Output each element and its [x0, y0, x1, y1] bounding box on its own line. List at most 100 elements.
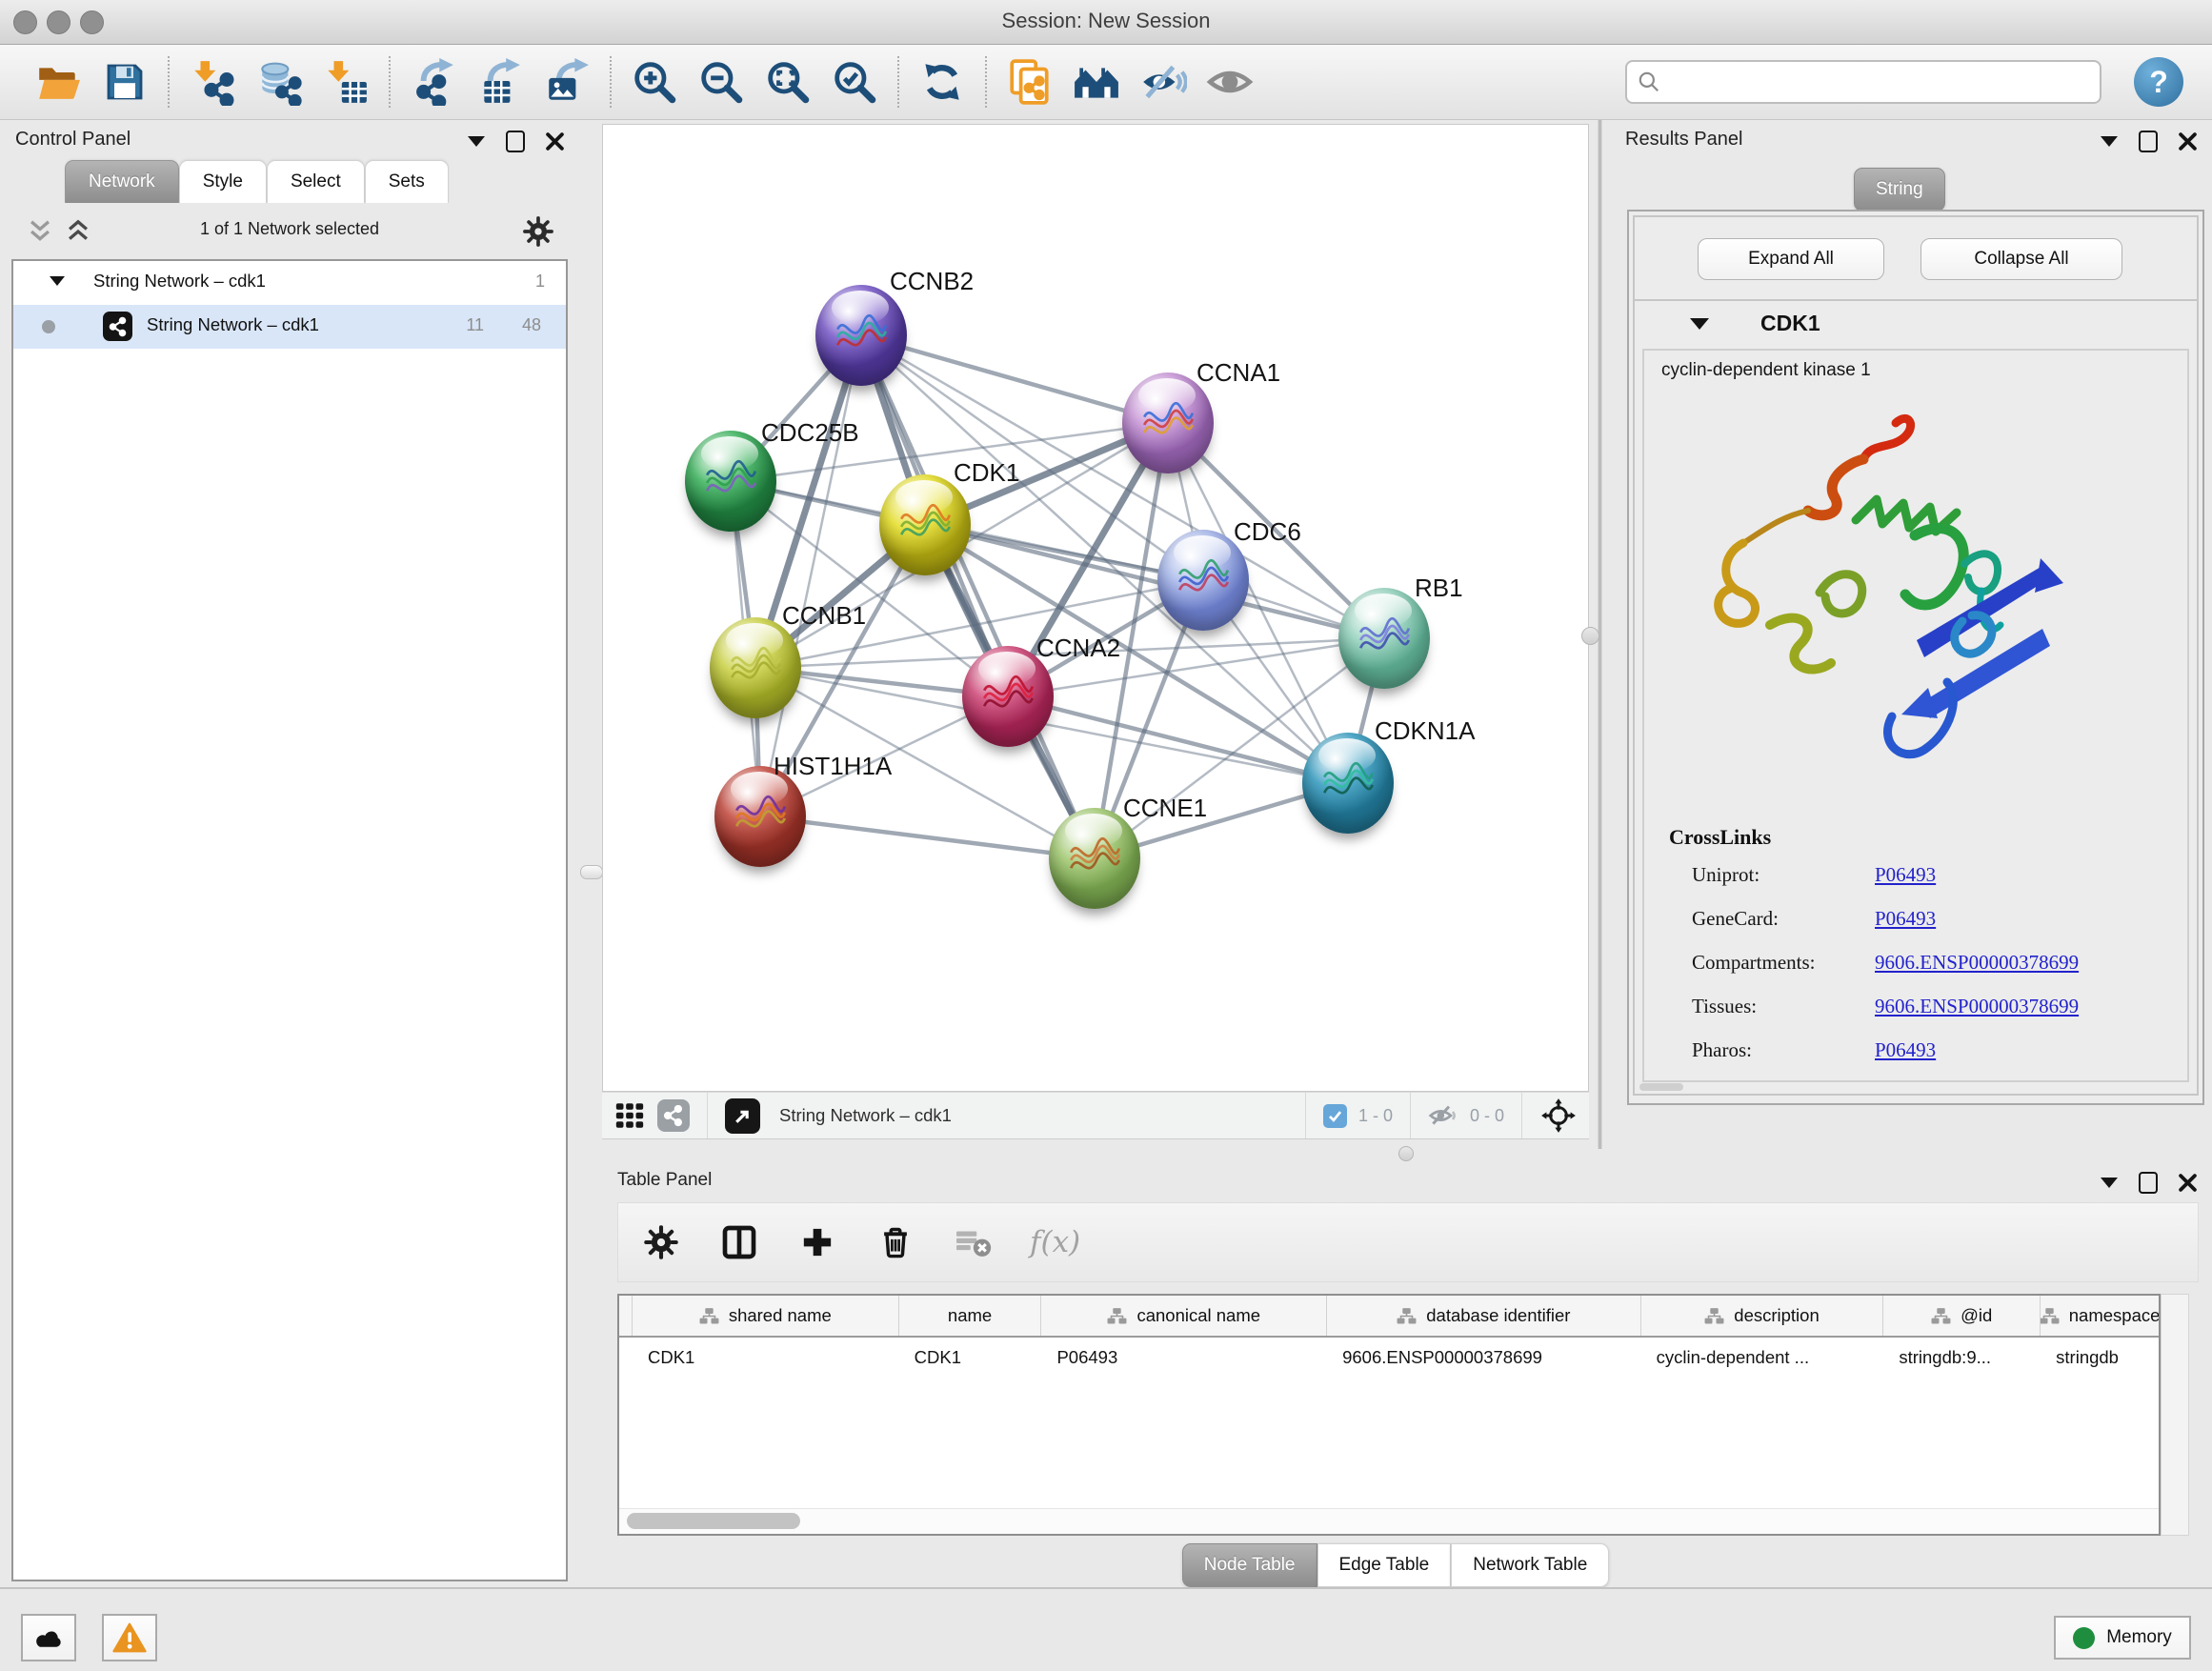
- export-image-button[interactable]: [537, 52, 596, 111]
- collapse-all-button[interactable]: Collapse All: [1920, 238, 2122, 280]
- table-cell-canonical-name[interactable]: P06493: [1041, 1338, 1327, 1378]
- network-edge-CCNB2-HIST1H1A[interactable]: [760, 335, 861, 816]
- column-header--id[interactable]: @id: [1883, 1296, 2041, 1336]
- export-network-button[interactable]: [404, 52, 463, 111]
- table-cell--id[interactable]: stringdb:9...: [1883, 1338, 2041, 1378]
- table-vertical-scrollbar[interactable]: [2161, 1294, 2189, 1536]
- column-header-shared-name[interactable]: shared name: [633, 1296, 899, 1336]
- import-table-from-file-button[interactable]: [316, 52, 375, 111]
- warning-status-button[interactable]: [102, 1614, 157, 1661]
- table-horizontal-scrollbar[interactable]: [619, 1508, 2159, 1534]
- network-node-label-CDKN1A: CDKN1A: [1375, 716, 1475, 746]
- clone-network-button[interactable]: [1000, 52, 1059, 111]
- network-node-label-CDK1: CDK1: [954, 458, 1019, 488]
- panel-menu-icon[interactable]: [2101, 136, 2118, 147]
- table-options-button[interactable]: [639, 1220, 683, 1264]
- column-header-name[interactable]: name: [899, 1296, 1042, 1336]
- tab-network-table[interactable]: Network Table: [1451, 1543, 1609, 1587]
- panel-close-icon[interactable]: [546, 132, 564, 151]
- table-cell-name[interactable]: CDK1: [899, 1338, 1042, 1378]
- scrollbar-thumb[interactable]: [627, 1513, 800, 1529]
- collection-expander-icon[interactable]: [50, 276, 65, 286]
- memory-status-button[interactable]: Memory: [2054, 1616, 2191, 1660]
- save-session-button[interactable]: [95, 52, 154, 111]
- column-header-database-identifier[interactable]: database identifier: [1327, 1296, 1641, 1336]
- selected-items-checkbox[interactable]: [1323, 1104, 1347, 1128]
- panel-menu-icon[interactable]: [2101, 1178, 2118, 1188]
- show-all-button[interactable]: [1200, 52, 1259, 111]
- table-cell-description[interactable]: cyclin-dependent ...: [1641, 1338, 1884, 1378]
- results-scrollbar-thumb[interactable]: [1639, 1083, 1683, 1091]
- tab-style[interactable]: Style: [179, 160, 267, 203]
- refresh-view-button[interactable]: [913, 52, 972, 111]
- show-columns-button[interactable]: [717, 1220, 761, 1264]
- network-options-gear-icon[interactable]: [522, 215, 554, 248]
- help-button[interactable]: ?: [2134, 57, 2183, 107]
- column-header-description[interactable]: description: [1641, 1296, 1884, 1336]
- crosslink-tissues-link[interactable]: 9606.ENSP00000378699: [1875, 995, 2079, 1018]
- open-folder-icon: [34, 58, 82, 106]
- search-box: [1625, 60, 2101, 104]
- right-divider-handle[interactable]: [1581, 627, 1599, 645]
- crosslink-compartments-link[interactable]: 9606.ENSP00000378699: [1875, 951, 2079, 975]
- panel-close-icon[interactable]: [2179, 1174, 2197, 1192]
- network-node-CCNB1[interactable]: [710, 617, 801, 718]
- protein-expander-icon[interactable]: [1690, 318, 1709, 330]
- expand-all-button[interactable]: Expand All: [1698, 238, 1884, 280]
- tab-node-table[interactable]: Node Table: [1182, 1543, 1317, 1587]
- open-session-button[interactable]: [29, 52, 88, 111]
- network-edge-HIST1H1A-CCNE1[interactable]: [760, 816, 1095, 858]
- zoom-out-button[interactable]: [692, 52, 751, 111]
- protein-section-header[interactable]: CDK1: [1635, 301, 2197, 349]
- table-cell-database-identifier[interactable]: 9606.ENSP00000378699: [1327, 1338, 1641, 1378]
- string-network-icon: [103, 312, 132, 341]
- hide-selected-button[interactable]: [1134, 52, 1193, 111]
- panel-float-icon[interactable]: [2139, 131, 2158, 152]
- network-edge-CCNB2-CCNE1[interactable]: [861, 335, 1095, 858]
- hidden-items-eye-icon[interactable]: [1428, 1100, 1458, 1131]
- network-edge-CCNA2-CDKN1A[interactable]: [1008, 696, 1348, 783]
- left-splitter-handle[interactable]: [580, 865, 603, 879]
- zoom-fit-button[interactable]: [758, 52, 817, 111]
- import-network-from-database-button[interactable]: [250, 52, 309, 111]
- export-table-button[interactable]: [471, 52, 530, 111]
- panel-menu-icon[interactable]: [468, 136, 485, 147]
- import-network-from-file-button[interactable]: [183, 52, 242, 111]
- tab-network[interactable]: Network: [65, 160, 179, 203]
- birds-eye-view-icon[interactable]: [1539, 1097, 1578, 1135]
- create-column-button[interactable]: [795, 1220, 839, 1264]
- column-header-namespace[interactable]: namespace: [2041, 1296, 2159, 1336]
- tab-string[interactable]: String: [1854, 168, 1945, 211]
- tab-edge-table[interactable]: Edge Table: [1317, 1543, 1452, 1587]
- zoom-in-button[interactable]: [625, 52, 684, 111]
- table-cell-namespace[interactable]: stringdb: [2041, 1338, 2159, 1378]
- selected-counts: 1 - 0: [1358, 1106, 1393, 1126]
- tab-select[interactable]: Select: [267, 160, 365, 203]
- network-node-CCNB2[interactable]: [815, 285, 907, 386]
- delete-column-button[interactable]: [874, 1220, 917, 1264]
- network-node-CDK1[interactable]: [879, 474, 971, 575]
- horizontal-splitter-handle[interactable]: [1398, 1146, 1414, 1161]
- column-header-canonical-name[interactable]: canonical name: [1041, 1296, 1327, 1336]
- crosslink-genecard-link[interactable]: P06493: [1875, 907, 1936, 931]
- network-node-CDKN1A[interactable]: [1302, 733, 1394, 834]
- table-row[interactable]: CDK1CDK1P064939606.ENSP00000378699cyclin…: [619, 1338, 2159, 1378]
- panel-float-icon[interactable]: [506, 131, 525, 152]
- network-collection-row[interactable]: String Network – cdk1 1: [13, 263, 566, 303]
- string-home-button[interactable]: [1067, 52, 1126, 111]
- network-canvas[interactable]: CCNB2CCNA1CDC25BCDK1CDC6RB1CCNB1CCNA2CDK…: [602, 124, 1589, 1092]
- detach-view-icon[interactable]: [725, 1098, 760, 1134]
- cloud-status-button[interactable]: [21, 1614, 76, 1661]
- panel-close-icon[interactable]: [2179, 132, 2197, 151]
- grid-view-icon[interactable]: [613, 1099, 646, 1132]
- panel-float-icon[interactable]: [2139, 1172, 2158, 1194]
- zoom-out-icon: [697, 58, 745, 106]
- tab-sets[interactable]: Sets: [365, 160, 449, 203]
- network-view-share-icon[interactable]: [657, 1099, 690, 1132]
- zoom-selected-button[interactable]: [825, 52, 884, 111]
- network-row-selected[interactable]: String Network – cdk1 11 48: [13, 305, 566, 349]
- crosslink-uniprot-link[interactable]: P06493: [1875, 863, 1936, 887]
- table-cell-shared-name[interactable]: CDK1: [633, 1338, 899, 1378]
- search-input[interactable]: [1671, 70, 2090, 93]
- crosslink-pharos-link[interactable]: P06493: [1875, 1038, 1936, 1062]
